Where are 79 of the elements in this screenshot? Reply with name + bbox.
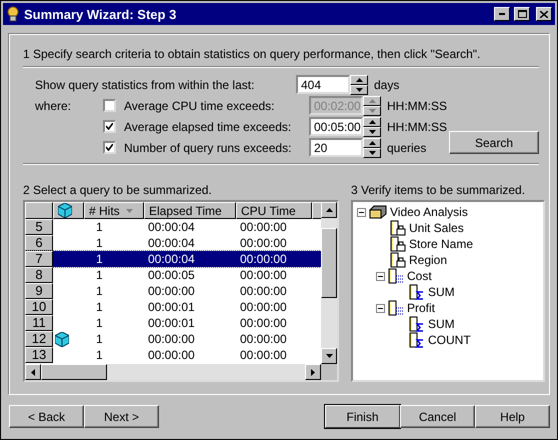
grid-row[interactable]: 8 1 00:00:05 00:00:00: [25, 267, 321, 283]
table-cell-text: 00:00:00: [147, 283, 196, 299]
table-cell-text: 1: [95, 267, 104, 283]
grid-row[interactable]: 5 1 00:00:04 00:00:00: [25, 219, 321, 235]
criterion-field[interactable]: 20: [309, 138, 363, 157]
dialog-button[interactable]: Help: [475, 405, 550, 428]
tree-item[interactable]: Profit: [407, 301, 436, 315]
table-cell-text: 00:00:00: [239, 299, 288, 315]
grid-row[interactable]: 13 1 00:00:00 00:00:00: [25, 347, 321, 363]
row-number: 11: [25, 315, 53, 331]
criterion-label: Number of query runs exceeds:: [124, 140, 292, 154]
tree-item[interactable]: Store Name: [409, 237, 474, 251]
table-cell-text: 00:00:00: [239, 219, 288, 235]
dialog-button[interactable]: Cancel: [400, 405, 475, 428]
tree-item[interactable]: Video Analysis: [390, 205, 468, 219]
row-number: 10: [25, 299, 53, 315]
search-button[interactable]: Search: [449, 131, 539, 154]
table-cell-text: 1: [95, 315, 104, 331]
table-cell-text: 00:00:04: [147, 219, 196, 235]
table-cell-text: 00:00:00: [239, 283, 288, 299]
tree-item[interactable]: SUM: [428, 285, 455, 299]
table-cell-text: 00:00:00: [239, 347, 288, 363]
row-number: 6: [25, 235, 53, 251]
table-cell-text: 1: [95, 283, 104, 299]
table-cell-text: 00:00:05: [147, 267, 196, 283]
table-cell-text: 00:00:00: [239, 331, 288, 347]
grid-row[interactable]: 11 1 00:00:01 00:00:00: [25, 315, 321, 331]
unit-label: days: [374, 78, 400, 92]
tree-item[interactable]: COUNT: [428, 333, 471, 347]
table-cell-text: 00:00:01: [147, 299, 196, 315]
row-number: 9: [25, 283, 53, 299]
step-heading: 3 Verify items to be summarized.: [351, 183, 526, 197]
tree-item[interactable]: Cost: [407, 269, 432, 283]
tree-item[interactable]: Unit Sales: [409, 221, 464, 235]
criterion-label: Average CPU time exceeds:: [124, 98, 276, 112]
unit-label: queries: [387, 140, 426, 154]
table-cell-text: 00:00:00: [239, 251, 288, 267]
grid-row[interactable]: 9 1 00:00:00 00:00:00: [25, 283, 321, 299]
step-heading: 1 Specify search criteria to obtain statistics on query performance, then click "Search".: [23, 47, 482, 61]
table-cell-text: 00:00:04: [147, 251, 196, 267]
row-number: 12: [25, 331, 53, 347]
table-cell-text: 1: [95, 331, 104, 347]
grid-row[interactable]: 7 1 00:00:04 00:00:00: [25, 251, 321, 267]
table-cell-text: 00:00:00: [239, 267, 288, 283]
table-cell-text: 00:00:01: [147, 315, 196, 331]
column-header[interactable]: # Hits: [84, 202, 144, 219]
table-cell-text: 00:00:04: [147, 235, 196, 251]
nav-button[interactable]: < Back: [9, 405, 84, 428]
table-cell-text: 00:00:00: [239, 235, 288, 251]
unit-label: HH:MM:SS: [387, 98, 447, 112]
where-label: where:: [35, 98, 72, 112]
dialog-button[interactable]: Finish: [325, 405, 400, 428]
table-cell-text: 00:00:00: [147, 331, 196, 347]
grid-row[interactable]: 10 1 00:00:01 00:00:00: [25, 299, 321, 315]
tree-item[interactable]: SUM: [428, 317, 455, 331]
grid-row[interactable]: 12 1 00:00:00 00:00:00: [25, 331, 321, 347]
criterion-field[interactable]: 00:05:00: [309, 117, 363, 136]
grid-row[interactable]: 6 1 00:00:04 00:00:00: [25, 235, 321, 251]
table-cell-text: 1: [95, 299, 104, 315]
nav-button[interactable]: Next >: [84, 405, 159, 428]
table-cell-text: 1: [95, 235, 104, 251]
row-number: 13: [25, 347, 53, 363]
table-cell-text: 00:00:00: [147, 347, 196, 363]
column-header[interactable]: Elapsed Time: [144, 202, 236, 219]
step-heading: 2 Select a query to be summarized.: [23, 183, 213, 197]
criterion-label: Average elapsed time exceeds:: [124, 120, 292, 134]
column-header[interactable]: CPU Time: [236, 202, 312, 219]
period-label: Show query statistics from within the last:: [35, 78, 256, 92]
table-cell-text: 1: [95, 219, 104, 235]
table-cell-text: 00:00:00: [239, 315, 288, 331]
window-title: Summary Wizard: Step 3: [24, 6, 178, 22]
table-cell-text: 1: [95, 347, 104, 363]
table-cell-text: 1: [95, 251, 104, 267]
unit-label: HH:MM:SS: [387, 120, 447, 134]
row-number: 5: [25, 219, 53, 235]
row-number: 7: [25, 251, 53, 267]
row-number: 8: [25, 267, 53, 283]
days-field[interactable]: 404: [296, 75, 350, 94]
tree-item[interactable]: Region: [409, 253, 448, 267]
